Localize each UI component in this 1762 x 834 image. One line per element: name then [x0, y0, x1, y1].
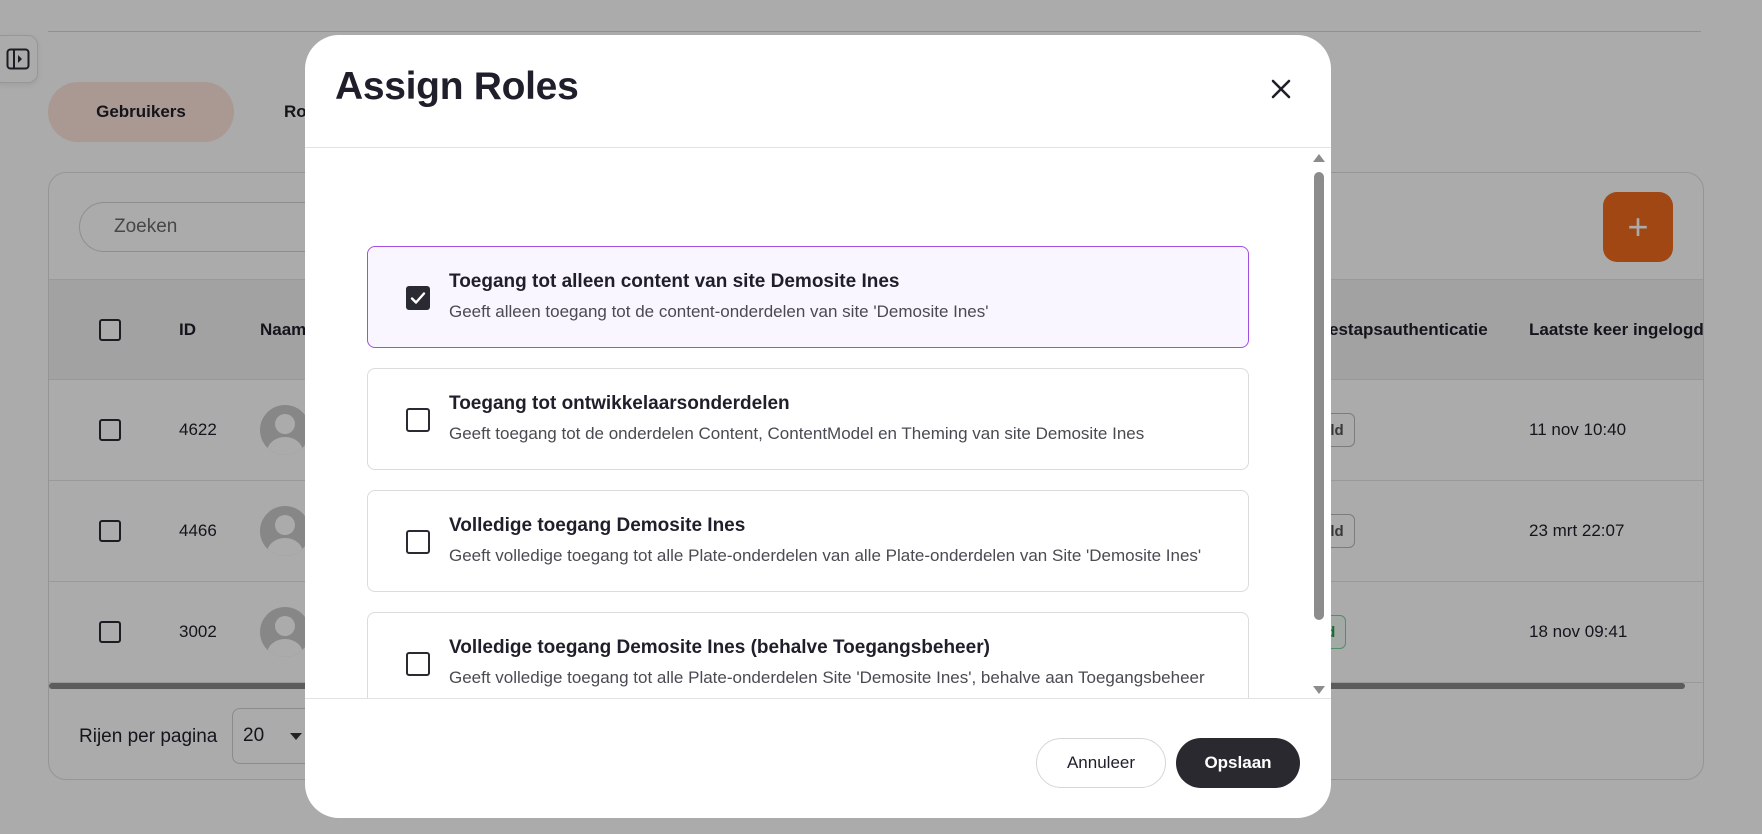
role-checkbox[interactable]: [406, 530, 430, 554]
vertical-scrollbar[interactable]: [1313, 154, 1325, 694]
role-description: Geeft volledige toegang tot alle Plate-o…: [449, 668, 1205, 687]
dialog-body: Toegang tot alleen content van site Demo…: [305, 148, 1331, 698]
role-description: Geeft volledige toegang tot alle Plate-o…: [449, 546, 1202, 565]
role-name: Toegang tot alleen content van site Demo…: [449, 271, 900, 292]
close-icon: [1271, 79, 1291, 99]
role-checkbox[interactable]: [406, 286, 430, 310]
role-name: Volledige toegang Demosite Ines: [449, 515, 746, 536]
assign-roles-dialog: Assign Roles Toegang tot alleen content …: [305, 35, 1331, 818]
role-option[interactable]: Toegang tot ontwikkelaarsonderdelen Geef…: [367, 368, 1249, 470]
footer-divider: [305, 698, 1331, 699]
scroll-down-arrow-icon[interactable]: [1313, 686, 1325, 694]
checkmark-icon: [410, 292, 426, 304]
role-checkbox[interactable]: [406, 652, 430, 676]
role-description: Geeft toegang tot de onderdelen Content,…: [449, 424, 1145, 443]
role-option[interactable]: Volledige toegang Demosite Ines Geeft vo…: [367, 490, 1249, 592]
role-name: Toegang tot ontwikkelaarsonderdelen: [449, 393, 790, 414]
role-checkbox[interactable]: [406, 408, 430, 432]
scroll-up-arrow-icon[interactable]: [1313, 154, 1325, 162]
save-button[interactable]: Opslaan: [1176, 738, 1300, 788]
role-list: Toegang tot alleen content van site Demo…: [367, 246, 1249, 698]
role-option[interactable]: Volledige toegang Demosite Ines (behalve…: [367, 612, 1249, 698]
role-name: Volledige toegang Demosite Ines (behalve…: [449, 637, 990, 658]
close-button[interactable]: [1261, 69, 1301, 109]
cancel-button[interactable]: Annuleer: [1036, 738, 1166, 788]
scrollbar-thumb[interactable]: [1314, 172, 1324, 620]
role-option[interactable]: Toegang tot alleen content van site Demo…: [367, 246, 1249, 348]
role-description: Geeft alleen toegang tot de content-onde…: [449, 302, 989, 321]
dialog-title: Assign Roles: [335, 65, 579, 108]
